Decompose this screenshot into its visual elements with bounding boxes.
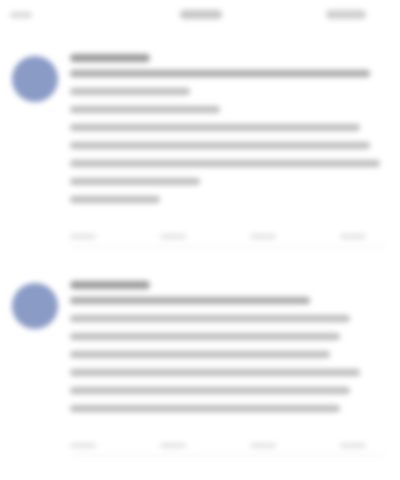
post-text-line [70, 196, 160, 203]
like-icon[interactable] [250, 234, 276, 239]
header-right-button[interactable] [326, 10, 366, 19]
post-text-line [70, 315, 350, 322]
post-text [0, 48, 1, 49]
post-text-line [70, 297, 310, 304]
like-icon[interactable] [250, 443, 276, 448]
post-text-line [70, 405, 340, 412]
post-text-line [70, 387, 350, 394]
reply-icon[interactable] [70, 443, 96, 448]
blurred-screen [0, 0, 400, 480]
post-actions [70, 234, 370, 240]
divider [70, 246, 386, 247]
share-icon[interactable] [340, 234, 366, 239]
post-text-line [70, 369, 360, 376]
post-text-line [70, 351, 330, 358]
post-author[interactable] [70, 281, 150, 289]
repost-icon[interactable] [160, 443, 186, 448]
reply-icon[interactable] [70, 234, 96, 239]
post-text [0, 275, 1, 276]
post-text-line [70, 178, 200, 185]
post-text-line [70, 333, 340, 340]
avatar[interactable] [12, 283, 58, 329]
post-actions [70, 443, 370, 449]
post-body [70, 297, 386, 423]
avatar[interactable] [12, 56, 58, 102]
post-text-line [70, 70, 370, 77]
post-text-line [70, 142, 370, 149]
page-title [180, 10, 222, 19]
post-text-line [70, 124, 360, 131]
back-icon[interactable] [10, 12, 32, 18]
post-card[interactable] [0, 275, 400, 465]
post-card[interactable] [0, 48, 400, 258]
post-text-line [70, 106, 220, 113]
divider [70, 455, 386, 456]
top-navigation-bar [0, 0, 400, 30]
post-author[interactable] [70, 54, 150, 62]
post-text-line [70, 88, 190, 95]
post-body [70, 70, 386, 214]
post-text-line [70, 160, 380, 167]
share-icon[interactable] [340, 443, 366, 448]
repost-icon[interactable] [160, 234, 186, 239]
